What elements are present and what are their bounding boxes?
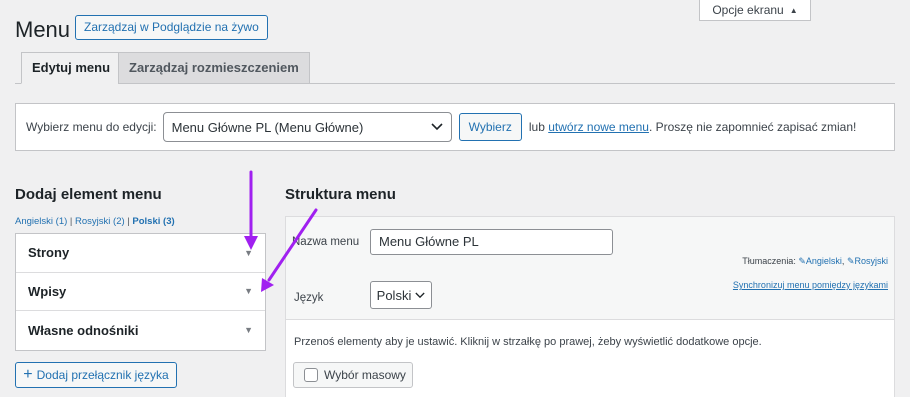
lang-filter-english[interactable]: Angielski (1) (15, 216, 67, 227)
menu-structure-heading: Struktura menu (285, 186, 396, 203)
accordion-item-label: Własne odnośniki (28, 322, 139, 338)
language-select-value: Polski (376, 287, 412, 303)
language-label: Język (294, 292, 324, 304)
translation-link-russian[interactable]: ✎Rosyjski (847, 256, 888, 266)
bulk-select-button[interactable]: Wybór masowy (293, 362, 413, 388)
triangle-up-icon: ▲ (789, 5, 798, 15)
select-menu-bar: Wybierz menu do edycji: Menu Główne PL (… (15, 103, 895, 151)
create-new-menu-link[interactable]: utwórz nowe menu (548, 120, 649, 134)
translation-russian-label: Rosyjski (854, 256, 888, 266)
add-language-switcher-button[interactable]: + Dodaj przełącznik języka (15, 362, 177, 388)
translation-link-english[interactable]: ✎Angielski (798, 256, 842, 266)
manage-live-preview-button[interactable]: Zarządzaj w Podglądzie na żywo (75, 15, 268, 40)
lang-filter-polish[interactable]: Polski (3) (132, 216, 174, 227)
page-title: Menu (15, 17, 71, 42)
screen-options-label: Opcje ekranu (712, 3, 784, 17)
triangle-down-icon[interactable]: ▼ (244, 325, 253, 335)
or-text: lub (528, 120, 545, 134)
tab-edit-menu[interactable]: Edytuj menu (21, 52, 122, 84)
lang-filter-russian[interactable]: Rosyjski (2) (75, 216, 125, 227)
translation-english-label: Angielski (805, 256, 842, 266)
sync-menus-link[interactable]: Synchronizuj menu pomiędzy językami (733, 280, 888, 290)
menu-name-input[interactable]: Menu Główne PL (370, 229, 613, 255)
menu-items-accordion: Strony ▼ Wpisy ▼ Własne odnośniki ▼ (15, 233, 266, 351)
chevron-down-icon (431, 123, 443, 131)
accordion-item-custom-links[interactable]: Własne odnośniki ▼ (16, 311, 265, 350)
choose-menu-button[interactable]: Wybierz (458, 113, 522, 141)
accordion-item-posts[interactable]: Wpisy ▼ (16, 273, 265, 311)
translations-label: Tłumaczenia: (742, 256, 796, 266)
accordion-item-label: Strony (28, 245, 70, 261)
tab-manage-locations[interactable]: Zarządzaj rozmieszczeniem (118, 52, 310, 84)
translations-row: Tłumaczenia: ✎Angielski, ✎Rosyjski (742, 256, 888, 266)
remember-save-text: . Proszę nie zapomnieć zapisać zmian! (648, 120, 857, 134)
language-filter-links: Angielski (1) | Rosyjski (2) | Polski (3… (15, 216, 175, 227)
drag-instructions: Przenoś elementy aby je ustawić. Kliknij… (294, 336, 762, 348)
sync-row: Synchronizuj menu pomiędzy językami (733, 280, 888, 290)
add-menu-items-heading: Dodaj element menu (15, 186, 162, 203)
menu-select-dropdown[interactable]: Menu Główne PL (Menu Główne) (162, 112, 452, 142)
create-menu-text: lub utwórz nowe menu. Proszę nie zapomni… (529, 120, 857, 134)
accordion-item-label: Wpisy (28, 283, 67, 299)
bulk-select-checkbox[interactable] (304, 368, 318, 382)
screen-options-button[interactable]: Opcje ekranu ▲ (699, 0, 811, 21)
language-select[interactable]: Polski (370, 281, 432, 309)
accordion-item-pages[interactable]: Strony ▼ (16, 234, 265, 273)
chevron-down-icon (415, 292, 425, 298)
select-menu-label: Wybierz menu do edycji: (26, 120, 157, 134)
menu-select-value: Menu Główne PL (Menu Główne) (171, 119, 364, 135)
menu-name-label: Nazwa menu (292, 236, 360, 248)
triangle-down-icon[interactable]: ▼ (244, 286, 253, 296)
plus-icon: + (23, 366, 33, 383)
triangle-down-icon[interactable]: ▼ (244, 248, 253, 258)
pencil-icon: ✎ (798, 256, 806, 266)
bulk-select-label: Wybór masowy (324, 368, 406, 382)
add-language-switcher-label: Dodaj przełącznik języka (36, 368, 169, 382)
